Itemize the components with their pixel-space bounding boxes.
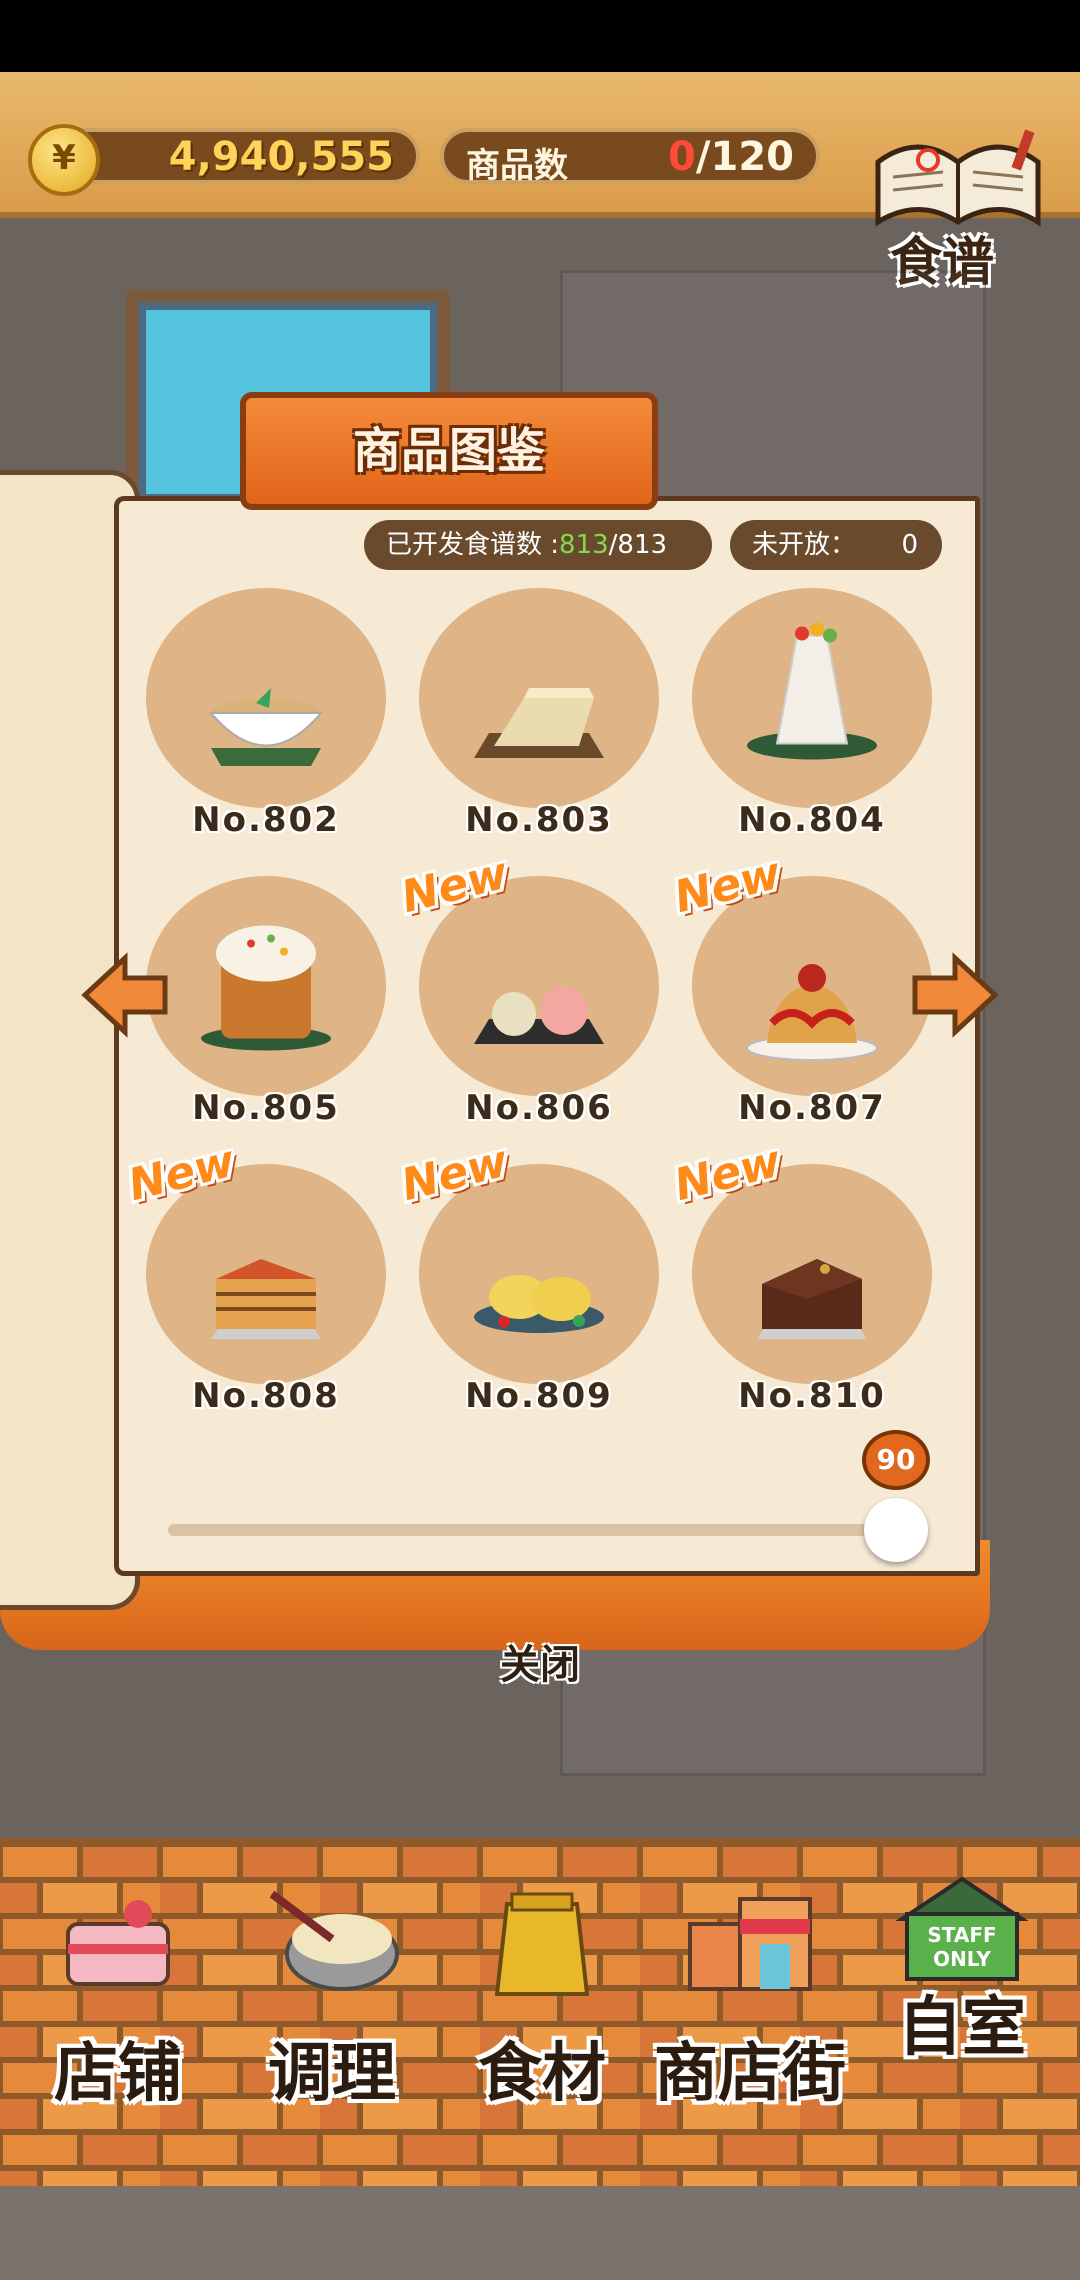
buns-plate-icon: [474, 987, 604, 1044]
catalog-title: 商品图鉴: [352, 423, 545, 479]
product-circle: [419, 588, 659, 808]
nav-my-room-label: 自室: [898, 1991, 1026, 2065]
nav-shop-label: 店铺: [54, 2037, 182, 2111]
ingredient-bag-icon: [494, 1892, 590, 1996]
product-number: No.809: [465, 1376, 613, 1416]
svg-text:ONLY: ONLY: [933, 1947, 991, 1971]
goods-count-label: 商品数: [466, 146, 568, 186]
goods-count-display: 商品数 0/120: [440, 128, 820, 186]
nav-cooking[interactable]: 调理: [232, 1874, 432, 2114]
paskha-cake-icon: [747, 622, 877, 760]
product-number: No.808: [192, 1376, 340, 1416]
nav-my-room[interactable]: STAFF ONLY 自室: [862, 1874, 1062, 2114]
floor-strip: [0, 2186, 1080, 2280]
pancakes-plate-icon: [474, 1275, 604, 1333]
goods-total: /120: [695, 134, 794, 180]
svg-text:STAFF: STAFF: [927, 1923, 996, 1947]
goods-count-value: 0/120: [668, 134, 794, 180]
developed-count: 813: [559, 530, 609, 560]
kulich-bread-icon: [201, 925, 331, 1051]
product-grid: No.802 No.803 No.804 No.805 No.806 New N…: [123, 588, 946, 1438]
product-card[interactable]: No.802: [146, 588, 386, 848]
bottom-nav-bar: 店铺 调理 食材 商店街 STAFF ONLY 自室: [0, 1838, 1080, 2192]
developed-total: /813: [608, 530, 668, 560]
product-circle: [692, 588, 932, 808]
product-card[interactable]: No.805: [146, 876, 386, 1136]
rice-bowl-icon: [208, 688, 324, 766]
tofu-block-icon: [474, 688, 604, 758]
shopping-street-icon: [688, 1897, 812, 1991]
recipe-book-button[interactable]: 食谱: [868, 122, 1048, 293]
shop-cake-icon: [66, 1900, 170, 1986]
developed-label: 已开发食谱数 :: [386, 530, 560, 560]
product-circle: [146, 588, 386, 808]
goods-current: 0: [668, 134, 696, 180]
catalog-title-tab: 商品图鉴: [240, 392, 658, 510]
unopened-label: 未开放：: [752, 530, 857, 560]
nav-shopping-street[interactable]: 商店街: [640, 1874, 860, 2114]
prev-page-arrow-icon[interactable]: [80, 950, 170, 1040]
nav-ingredients-label: 食材: [478, 2037, 606, 2111]
status-bar: [0, 0, 1080, 72]
nav-ingredients[interactable]: 食材: [442, 1874, 642, 2114]
next-page-arrow-icon[interactable]: [910, 950, 1000, 1040]
product-card[interactable]: No.804: [692, 588, 932, 848]
product-card[interactable]: No.808 New: [123, 1136, 386, 1424]
unopened-count: 0: [901, 530, 918, 560]
product-circle: [146, 876, 386, 1096]
page-slider-track[interactable]: [168, 1524, 908, 1536]
page-slider-value: 90: [862, 1430, 930, 1490]
product-card[interactable]: No.807 New: [669, 848, 932, 1136]
product-number: No.806: [465, 1088, 613, 1128]
product-card[interactable]: No.803: [419, 588, 659, 848]
unopened-stat: 未开放： 0: [730, 520, 942, 570]
chocolate-cake-slice-icon: [757, 1259, 867, 1339]
product-number: No.804: [738, 800, 886, 840]
product-number: No.805: [192, 1088, 340, 1128]
product-card[interactable]: No.810 New: [669, 1136, 932, 1424]
nav-shopping-street-label: 商店街: [654, 2037, 846, 2111]
product-number: No.803: [465, 800, 613, 840]
page-slider-thumb[interactable]: [864, 1498, 928, 1562]
close-button[interactable]: 关闭: [440, 1630, 640, 1700]
cooking-bowl-icon: [269, 1890, 399, 1991]
product-number: No.807: [738, 1088, 886, 1128]
yen-coin-icon: ¥: [28, 124, 100, 196]
money-display: ¥ 4,940,555: [28, 124, 420, 196]
product-card[interactable]: No.806 New: [396, 848, 659, 1136]
layer-cake-slice-icon: [211, 1259, 321, 1339]
nav-shop[interactable]: 店铺: [18, 1874, 218, 2114]
nav-cooking-label: 调理: [268, 2037, 396, 2111]
product-number: No.802: [192, 800, 340, 840]
money-value: 4,940,555: [168, 134, 394, 180]
product-card[interactable]: No.809 New: [396, 1136, 659, 1424]
product-number: No.810: [738, 1376, 886, 1416]
dessert-sauce-icon: [746, 964, 878, 1061]
developed-recipes-stat: 已开发食谱数 :813/813: [364, 520, 712, 570]
